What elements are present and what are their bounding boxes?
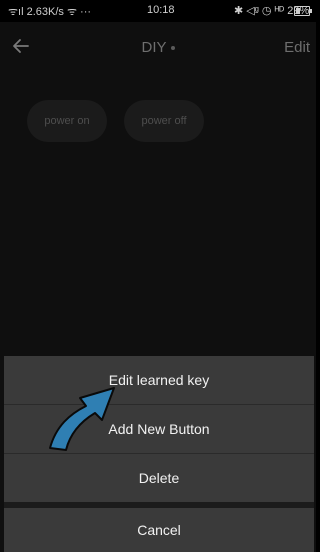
power-off-button[interactable]: power off: [124, 100, 204, 142]
top-nav: DIY Edit: [0, 22, 316, 72]
clock: 10:18: [147, 4, 175, 16]
cancel-button[interactable]: Cancel: [4, 508, 314, 552]
page-title-text: DIY: [141, 39, 167, 56]
battery-icon: [294, 6, 312, 16]
status-bar: ᯤıl 2.63K/s ᯤ ··· 10:18 ✱ ◁ᵍ ◷ ᴴᴰ 29%: [0, 0, 316, 22]
title-dot: [170, 46, 175, 51]
network-status: ᯤıl 2.63K/s ᯤ ···: [8, 6, 92, 18]
edit-button[interactable]: Edit: [284, 39, 310, 56]
page-title: DIY: [0, 39, 316, 56]
delete-button[interactable]: Delete: [4, 454, 314, 503]
add-new-button-option[interactable]: Add New Button: [4, 405, 314, 454]
action-sheet: Edit learned key Add New Button Delete C…: [4, 356, 314, 552]
edit-learned-key-button[interactable]: Edit learned key: [4, 356, 314, 405]
power-on-button[interactable]: power on: [27, 100, 107, 142]
